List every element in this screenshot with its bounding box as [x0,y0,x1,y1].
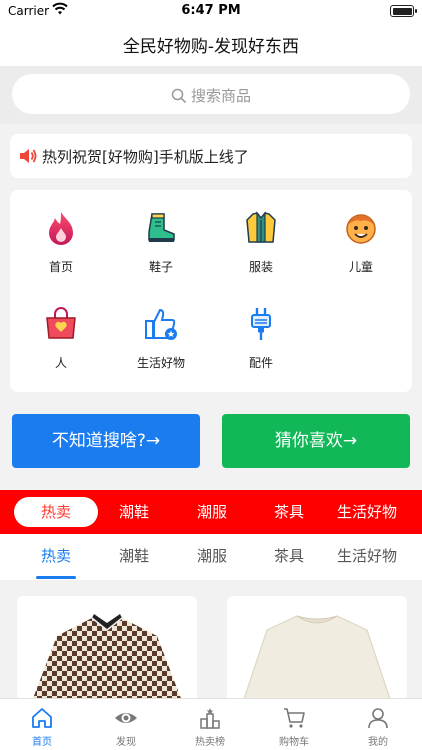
guess-you-like-button[interactable]: 猜你喜欢→ [222,414,410,468]
category-shoes[interactable]: 鞋子 [111,190,211,274]
home-icon [30,706,54,730]
checkered-jacket-image [33,614,181,698]
category-kids[interactable]: 儿童 [311,190,411,274]
search-icon [171,87,191,105]
red-tab-shoes[interactable]: 潮鞋 [94,490,174,534]
bottom-tab-bar: 首页 发现 热卖榜 购物车 我的 [0,698,422,750]
speaker-icon [18,147,38,169]
category-clothing[interactable]: 服装 [211,190,311,274]
product-list [0,580,422,698]
tab-life-goods[interactable]: 生活好物 [327,534,407,580]
tabbar-label: 发现 [116,737,136,748]
category-label: 儿童 [348,260,373,274]
plug-icon [243,306,279,342]
category-label: 配件 [248,356,273,370]
fire-icon [43,210,79,246]
tab-hot[interactable]: 热卖 [16,534,96,580]
tabbar-label: 热卖榜 [195,737,225,748]
tabbar-discover[interactable]: 发现 [84,699,168,750]
podium-icon [198,706,222,730]
search-section: 搜索商品 [0,66,422,124]
tabbar-label: 购物车 [279,737,309,748]
category-accessories[interactable]: 配件 [211,286,311,370]
person-icon [366,706,390,730]
battery-icon [390,5,417,17]
boot-icon [143,210,179,246]
tabbar-mine[interactable]: 我的 [336,699,420,750]
search-placeholder: 搜索商品 [190,87,251,105]
page-title: 全民好物购-发现好东西 [122,37,300,57]
tabbar-cart[interactable]: 购物车 [252,699,336,750]
notice-text: 热列祝贺[好物购]手机版上线了 [42,148,249,166]
tab-clothing[interactable]: 潮服 [172,534,252,580]
category-person[interactable]: 人 [11,286,111,370]
thumbs-up-icon [143,306,179,342]
tab-shoes[interactable]: 潮鞋 [94,534,174,580]
clock: 6:47 PM [181,3,241,18]
category-label: 人 [54,356,67,370]
jacket-icon [243,210,279,246]
nav-bar: 全民好物购-发现好东西 [0,22,422,66]
search-input[interactable]: 搜索商品 [12,74,410,114]
red-tab-life-goods[interactable]: 生活好物 [327,490,407,534]
category-label: 首页 [48,260,73,274]
category-label: 服装 [248,260,273,274]
cart-icon [282,706,306,730]
red-tab-bar: 热卖 潮鞋 潮服 茶具 生活好物 [0,490,422,534]
red-tab-hot[interactable]: 热卖 [14,497,98,527]
active-tab-indicator [36,576,76,579]
discover-search-button[interactable]: 不知道搜啥?→ [12,414,200,468]
eye-icon [114,706,138,730]
white-tab-bar: 热卖 潮鞋 潮服 茶具 生活好物 [0,534,422,580]
product-card[interactable] [227,596,407,698]
category-home[interactable]: 首页 [11,190,111,274]
category-label: 生活好物 [136,356,185,370]
tabbar-label: 我的 [368,737,388,748]
notice-bar[interactable]: 热列祝贺[好物购]手机版上线了 [10,134,412,178]
sweatshirt-image [243,615,391,698]
category-label: 鞋子 [148,260,173,274]
kid-face-icon [343,210,379,246]
red-tab-clothing[interactable]: 潮服 [172,490,252,534]
tabbar-hot-rank[interactable]: 热卖榜 [168,699,252,750]
tab-tea-set[interactable]: 茶具 [249,534,329,580]
handbag-icon [43,306,79,342]
product-card[interactable] [17,596,197,698]
category-grid: 首页 鞋子 服装 儿童 人 生活好物 配件 [10,190,412,392]
tabbar-home[interactable]: 首页 [0,699,84,750]
tabbar-label: 首页 [32,737,52,748]
red-tab-tea-set[interactable]: 茶具 [249,490,329,534]
status-bar: Carrier 6:47 PM [0,0,422,22]
category-life-goods[interactable]: 生活好物 [111,286,211,370]
